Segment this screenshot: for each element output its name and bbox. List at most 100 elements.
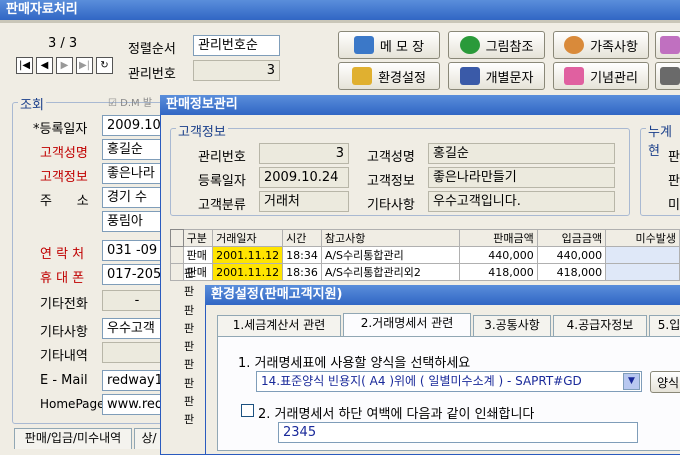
form-select-value: 14.표준양식 빈용지( A4 )위에 ( 일별미수소계 ) - SAPRT#G… [261,374,582,388]
tree-icon [459,36,480,54]
dm-checkbox[interactable]: ☑ D.M 발 [108,94,152,109]
col-header[interactable]: 입금금액 [536,229,607,247]
table-cell: 판매 [182,246,214,264]
tab-statement[interactable]: 2.거래명세서 관련 [343,313,471,337]
col-header[interactable]: 판매금액 [458,229,538,247]
table-cell [605,246,680,264]
memo-icon [353,36,374,54]
table-cell: 2001.11.12 [212,246,284,264]
address-label: 주 소 [40,194,89,209]
toolbar-extra-button-2[interactable] [655,62,680,90]
homepage-label: HomePage [40,397,105,411]
edit-icon [660,36,680,54]
sales-info-field[interactable]: 좋은나라만들기 [428,167,615,188]
col-header[interactable]: 참고사항 [320,229,460,247]
sales-reg-label: 등록일자 [198,174,246,189]
table-row[interactable]: 판매 2001.11.12 18:36 A/S수리통합관리외2 418,000 … [170,263,680,281]
family-button[interactable]: 가족사항 [553,31,649,59]
other-history-label: 기타내역 [40,349,88,364]
sales-class-field[interactable]: 거래처 [259,191,349,212]
row-indicator [170,229,184,247]
row-indicator [170,263,184,281]
customer-info-label: 고객정보 [40,170,88,185]
main-window-titlebar: 판매자료처리 [0,0,680,20]
table-cell: A/S수리통합관리외2 [320,263,460,281]
mgmt-number-label: 관리번호 [128,67,176,82]
refresh-button[interactable]: ↻ [96,57,113,74]
table-row[interactable]: 판매 2001.11.12 18:34 A/S수리통합관리 440,000 44… [170,246,680,264]
form-button[interactable]: 양식 [650,371,680,393]
table-cell: 418,000 [458,263,538,281]
sort-label: 정렬순서 [128,42,176,57]
sales-name-label: 고객성명 [367,150,415,165]
sales-mgmt-field[interactable]: 3 [259,143,349,164]
tab-common[interactable]: 3.공통사항 [473,315,551,336]
form-select-dropdown[interactable]: 14.표준양식 빈용지( A4 )위에 ( 일별미수소계 ) - SAPRT#G… [256,371,642,392]
table-cell: 418,000 [536,263,607,281]
chevron-down-icon[interactable]: ▼ [623,373,640,390]
settings-button[interactable]: 환경설정 [338,62,440,90]
people-icon [564,36,585,54]
tab-more[interactable]: 5.입 [649,315,680,336]
sales-name-field[interactable]: 홍길순 [428,143,615,164]
cake-icon [564,67,585,85]
sales-table: 구분 거래일자 시간 참고사항 판매금액 입금금액 미수발생 판매 2001.1… [170,229,680,281]
bottom-margin-question: 2. 거래명세서 하단 여백에 다음과 같이 인쇄합니다 [258,407,535,422]
totals-label-2: 판 [668,174,680,189]
query-group-title: 조회 [18,94,46,113]
table-cell: 440,000 [536,246,607,264]
sales-mgmt-label: 관리번호 [198,150,246,165]
other-notes-label: 기타사항 [40,325,88,340]
table-cell: 18:36 [282,263,322,281]
col-header[interactable]: 미수발생 [605,229,680,247]
table-cell: 18:34 [282,246,322,264]
table-cell: 440,000 [458,246,538,264]
phone-label: 연 락 처 [40,247,85,262]
sales-etc-field[interactable]: 우수고객입니다. [428,191,615,212]
other-phone-label: 기타전화 [40,297,88,312]
table-cell: 2001.11.12 [212,263,284,281]
record-counter: 3 / 3 [48,36,78,51]
col-header[interactable]: 시간 [282,229,322,247]
sales-table-header: 구분 거래일자 시간 참고사항 판매금액 입금금액 미수발생 [170,229,680,247]
misc-icon [660,67,680,85]
sms-button[interactable]: 개별문자 [448,62,545,90]
memo-button[interactable]: 메 모 장 [338,31,440,59]
sales-etc-label: 기타사항 [367,198,415,213]
totals-label-1: 판 [668,150,680,165]
sales-reg-field[interactable]: 2009.10.24 [259,167,349,188]
gear-icon [352,67,373,85]
bottom-margin-checkbox[interactable] [241,404,254,417]
row-indicator [170,246,184,264]
customer-name-label: 고객성명 [40,146,88,161]
tab-tax-invoice[interactable]: 1.세금계산서 관련 [217,315,341,336]
anniversary-button[interactable]: 기념관리 [553,62,649,90]
first-record-button[interactable]: |◀ [16,57,33,74]
sales-window-title: 판매정보관리 [166,97,238,112]
env-dialog-title: 환경설정(판매고객지원) [211,287,343,302]
env-dialog-titlebar: 환경설정(판매고객지원) [205,285,680,305]
mgmt-number-field[interactable]: 3 [193,60,280,81]
table-cell: A/S수리통합관리 [320,246,460,264]
last-record-button[interactable]: ▶| [76,57,93,74]
mobile-label: 휴 대 폰 [40,271,85,286]
customer-info-group-title: 고객정보 [176,121,228,140]
email-label: E - Mail [40,373,88,388]
prev-record-button[interactable]: ◀ [36,57,53,74]
picture-button[interactable]: 그림참조 [448,31,545,59]
totals-label-3: 미 [668,198,680,213]
tab-supplier[interactable]: 4.공급자정보 [553,315,647,336]
main-window-title: 판매자료처리 [6,2,78,17]
titlebar-divider [0,20,680,23]
reg-date-label: *등록일자 [33,122,88,137]
sales-window-titlebar: 판매정보관리 [160,95,680,115]
col-header[interactable]: 구분 [182,229,214,247]
form-select-question: 1. 거래명세표에 사용할 양식을 선택하세요 [238,356,471,371]
tab-sales-history[interactable]: 판매/입금/미수내역 [14,428,132,449]
sales-info-label: 고객정보 [367,174,415,189]
next-record-button[interactable]: ▶ [56,57,73,74]
col-header[interactable]: 거래일자 [212,229,284,247]
sort-select[interactable]: 관리번호순 [193,35,280,56]
toolbar-extra-button[interactable] [655,31,680,59]
bottom-margin-field[interactable]: 2345 [278,422,638,443]
